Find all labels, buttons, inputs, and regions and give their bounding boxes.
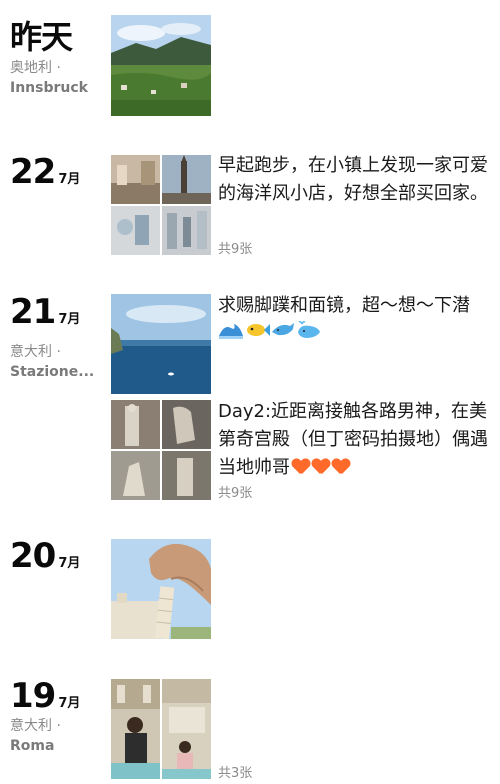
moment-caption[interactable]: 早起跑步，在小镇上发现一家可爱的海洋风小店，好想全部买回家。 (218, 152, 488, 208)
location-country: 奥地利 · (10, 60, 61, 76)
photo-grid-statues[interactable] (111, 400, 211, 500)
photo-count: 共9张 (218, 486, 253, 501)
photo-thumbnail-sea[interactable] (111, 294, 211, 394)
photo-grid-fountain[interactable] (111, 679, 211, 779)
entry-month: 7月 (58, 696, 81, 711)
location-country: 意大利 · (10, 344, 61, 360)
photo-thumbnail-pisa[interactable] (111, 539, 211, 639)
photo-count: 共3张 (218, 766, 253, 781)
entry-date: 20 7月 (10, 536, 80, 576)
entry-location[interactable]: 奥地利 · Innsbruck (10, 58, 102, 98)
moment-caption[interactable]: Day2:近距离接触各路男神，在美第奇宫殿（但丁密码拍摄地）偶遇当地帅哥 (218, 398, 488, 482)
location-country: 意大利 · (10, 718, 61, 734)
entry-date: 22 7月 (10, 152, 80, 192)
caption-text: Day2:近距离接触各路男神，在美第奇宫殿（但丁密码拍摄地）偶遇当地帅哥 (218, 401, 488, 478)
whale-emoji (296, 320, 322, 349)
heart-emoji (312, 459, 330, 475)
entry-date: 19 7月 (10, 676, 80, 716)
entry-day: 20 (10, 536, 56, 576)
moment-entry-22: 22 7月 早起跑步，在小镇上发现一家可爱的海洋风小店，好想全部买回家。 共9张 (0, 152, 500, 272)
location-city: Innsbruck (10, 80, 88, 96)
moment-entry-19: 19 7月 意大利 · Roma 共3张 (0, 676, 500, 784)
entry-month: 7月 (58, 172, 81, 187)
entry-month: 7月 (58, 556, 81, 571)
location-city: Roma (10, 738, 55, 754)
entry-day: 21 (10, 292, 56, 332)
entry-date: 21 7月 (10, 292, 80, 332)
photo-thumbnail-mountain[interactable] (111, 15, 211, 116)
photo-count: 共9张 (218, 242, 253, 257)
moment-entry-21: 21 7月 意大利 · Stazione... 求赐脚蹼和面镜，超～想～下潜 D… (0, 292, 500, 507)
photo-grid-shop[interactable] (111, 155, 211, 255)
moment-entry-20: 20 7月 (0, 536, 500, 646)
entry-month: 7月 (58, 312, 81, 327)
entry-date: 昨天 (10, 12, 73, 58)
dolphin-emoji (270, 320, 296, 349)
heart-emoji (332, 459, 350, 475)
fish-emoji (244, 320, 270, 349)
moment-caption[interactable]: 求赐脚蹼和面镜，超～想～下潜 (218, 292, 488, 349)
moment-entry-yesterday: 昨天 奥地利 · Innsbruck (0, 12, 500, 122)
entry-day: 昨天 (10, 18, 73, 56)
location-city: Stazione... (10, 364, 95, 380)
entry-location[interactable]: 意大利 · Roma (10, 716, 102, 756)
caption-text: 求赐脚蹼和面镜，超～想～下潜 (218, 295, 470, 316)
entry-day: 22 (10, 152, 56, 192)
entry-day: 19 (10, 676, 56, 716)
entry-location[interactable]: 意大利 · Stazione... (10, 342, 102, 382)
heart-emoji (292, 459, 310, 475)
wave-emoji (218, 320, 244, 349)
